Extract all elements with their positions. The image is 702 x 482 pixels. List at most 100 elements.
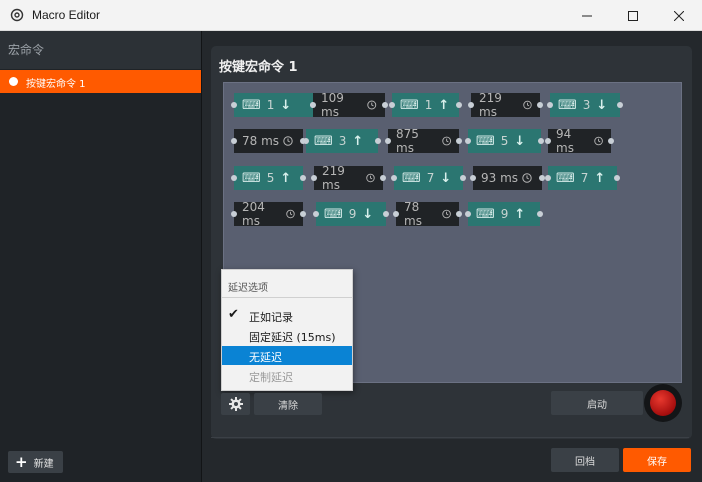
app-gear-icon [10,8,24,22]
key-step-chip[interactable]: ⌨ 9 ↑ [468,202,540,226]
keyboard-icon: ⌨ [314,133,333,149]
save-button[interactable]: 保存 [623,448,691,472]
keyboard-icon: ⌨ [402,170,421,186]
connector-dot [375,138,381,144]
delay-menu-header: 延迟选项 [222,270,352,298]
key-step-chip[interactable]: ⌨ 7 ↑ [548,166,617,190]
key-value: 7 [580,171,589,185]
delay-value: 94 ms [556,127,574,155]
menu-item-no-delay[interactable]: 无延迟 [222,346,352,365]
start-button[interactable]: 启动 [551,391,643,415]
clock-icon [441,136,451,146]
connector-dot [231,138,237,144]
delay-options-menu: 延迟选项 ✔ 正如记录 固定延迟 (15ms) 无延迟 定制延迟 [221,269,353,391]
menu-item-label: 定制延迟 [249,371,293,384]
connector-dot [231,211,237,217]
key-step-chip[interactable]: ⌨ 1 ↑ [392,93,459,117]
key-value: 9 [348,207,357,221]
key-value: 1 [424,98,433,112]
menu-item-fixed-delay[interactable]: 固定延迟 (15ms) [222,326,352,345]
delay-value: 219 ms [322,164,345,192]
delay-value: 875 ms [396,127,419,155]
connector-dot [310,102,316,108]
arrow-down-icon: ↓ [280,97,292,113]
clock-icon [523,100,532,110]
keyboard-icon: ⌨ [242,170,261,186]
connector-dot [313,211,319,217]
delay-step-chip[interactable]: 78 ms [234,129,303,153]
menu-item-label: 固定延迟 (15ms) [249,331,336,344]
connector-dot [231,102,237,108]
delay-step-chip[interactable]: 204 ms [234,200,303,228]
connector-dot [456,102,462,108]
maximize-button[interactable] [610,0,656,31]
key-step-chip[interactable]: ⌨ 1 ↓ [234,93,313,117]
connector-dot [537,102,543,108]
key-step-chip[interactable]: ⌨ 7 ↓ [394,166,463,190]
clock-icon [367,100,377,110]
key-step-chip[interactable]: ⌨ 3 ↑ [306,129,378,153]
menu-item-label: 无延迟 [249,351,282,364]
key-value: 9 [500,207,509,221]
sidebar-header-label: 宏命令 [8,43,45,57]
arrow-down-icon: ↓ [362,206,374,222]
record-icon [650,390,676,416]
key-step-chip[interactable]: ⌨ 3 ↓ [550,93,620,117]
delay-step-chip[interactable]: 219 ms [471,91,540,119]
key-step-chip[interactable]: ⌨ 5 ↑ [234,166,303,190]
connector-dot [547,102,553,108]
keyboard-icon: ⌨ [400,97,419,113]
delay-step-chip[interactable]: 109 ms [313,91,385,119]
connector-dot [303,138,309,144]
arrow-up-icon: ↑ [438,97,450,113]
minimize-icon [582,15,592,16]
delay-value: 109 ms [321,91,344,119]
delay-value: 78 ms [404,200,422,228]
clock-icon [286,209,295,219]
connector-dot [608,138,614,144]
delay-step-chip[interactable]: 93 ms [473,166,542,190]
arrow-down-icon: ↓ [440,170,452,186]
connector-dot [391,175,397,181]
delay-value: 93 ms [481,171,519,185]
arrow-up-icon: ↑ [594,170,606,186]
clear-button[interactable]: 清除 [254,393,322,415]
sidebar-item-label: 按键宏命令 1 [26,79,86,90]
connector-dot [385,138,391,144]
connector-dot [382,102,388,108]
connector-dot [456,211,462,217]
maximize-icon [628,10,638,21]
key-step-chip[interactable]: ⌨ 9 ↓ [316,202,386,226]
sidebar-header: 宏命令 [0,31,201,69]
connector-dot [614,175,620,181]
delay-settings-button[interactable] [221,393,250,415]
delay-step-chip[interactable]: 875 ms [388,127,459,155]
connector-dot [470,175,476,181]
connector-dot [468,102,474,108]
delay-step-chip[interactable]: 78 ms [396,200,459,228]
connector-dot [617,102,623,108]
plus-icon: + [15,453,28,471]
menu-item-as-recorded[interactable]: ✔ 正如记录 [222,306,352,325]
menu-item-custom-delay[interactable]: 定制延迟 [222,366,352,385]
key-value: 3 [338,134,347,148]
revert-button[interactable]: 回档 [551,448,619,472]
sidebar-item-macro-1[interactable]: 按键宏命令 1 [0,70,201,93]
keyboard-icon: ⌨ [556,170,575,186]
key-value: 5 [500,134,509,148]
key-step-chip[interactable]: ⌨ 5 ↓ [468,129,541,153]
new-macro-button[interactable]: + 新建 [8,451,63,473]
title-bar: Macro Editor [0,0,702,31]
minimize-button[interactable] [564,0,610,31]
connector-dot [393,211,399,217]
connector-dot [545,138,551,144]
connector-dot [300,175,306,181]
delay-step-chip[interactable]: 94 ms [548,127,611,155]
close-button[interactable] [656,0,702,31]
delay-step-chip[interactable]: 219 ms [314,164,383,192]
connector-dot [380,175,386,181]
gear-icon [228,397,243,411]
menu-item-label: 正如记录 [249,311,293,324]
record-button[interactable] [644,384,682,422]
connector-dot [389,102,395,108]
